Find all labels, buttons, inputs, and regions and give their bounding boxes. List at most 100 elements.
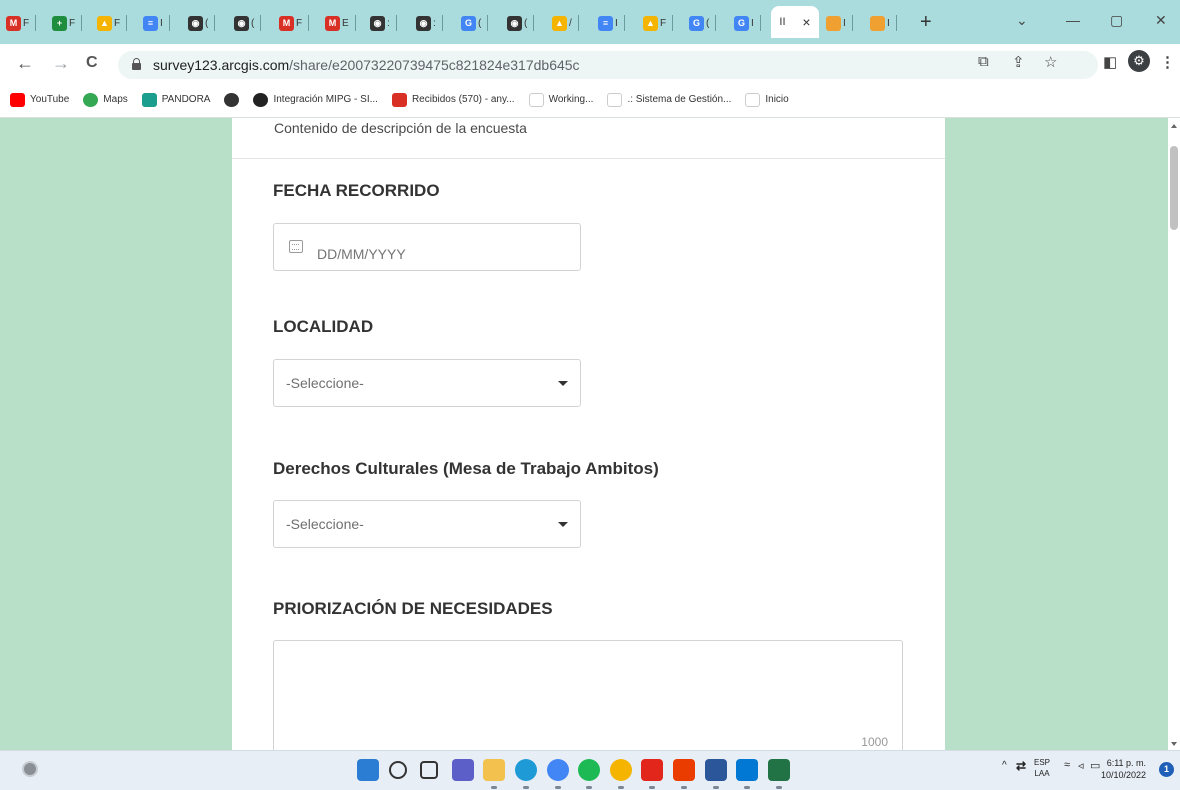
bookmark-item[interactable]: .: Sistema de Gestión... bbox=[607, 92, 731, 107]
chevron-down-icon bbox=[558, 381, 568, 386]
bookmark-item[interactable]: PANDORA bbox=[141, 92, 210, 107]
browser-tab[interactable]: ≡ I bbox=[143, 10, 170, 36]
excel-icon[interactable] bbox=[768, 759, 790, 781]
search-icon[interactable] bbox=[389, 761, 407, 779]
browser-tab[interactable]: ▲ F bbox=[643, 10, 674, 36]
tab-separator bbox=[354, 15, 356, 31]
tab-separator bbox=[487, 15, 489, 31]
address-bar[interactable]: survey123.arcgis.com/share/e200732207394… bbox=[118, 51, 1098, 79]
date-input[interactable] bbox=[273, 223, 581, 271]
task-view-icon[interactable] bbox=[420, 761, 438, 779]
browser-tab[interactable]: ◉: bbox=[370, 10, 397, 36]
bookmark-item[interactable]: Integración MIPG - SI... bbox=[253, 92, 378, 107]
side-panel-icon[interactable]: ◧ bbox=[1103, 53, 1117, 71]
office-icon[interactable] bbox=[673, 759, 695, 781]
bookmark-star-icon[interactable]: ☆ bbox=[1044, 53, 1057, 71]
restore-icon[interactable]: ▢ bbox=[1110, 12, 1123, 29]
globe-icon: ◉ bbox=[188, 15, 203, 31]
tab-label: ( bbox=[478, 17, 482, 29]
tab-separator bbox=[672, 15, 674, 31]
notification-badge[interactable]: 1 bbox=[1159, 762, 1174, 777]
page-scrollbar[interactable] bbox=[1168, 118, 1180, 750]
browser-tab[interactable]: ▲ / bbox=[552, 10, 579, 36]
browser-tab[interactable]: ≡ I bbox=[598, 10, 625, 36]
priorizacion-textarea[interactable]: 1000 bbox=[273, 640, 903, 750]
running-indicator bbox=[555, 786, 561, 789]
browser-tab[interactable]: I bbox=[826, 10, 853, 36]
browser-tab[interactable]: ME bbox=[325, 10, 356, 36]
tab-label: F bbox=[114, 17, 121, 29]
youtube-icon bbox=[10, 92, 25, 107]
active-tab-label: II bbox=[779, 16, 786, 28]
tab-search-icon[interactable]: ⌄ bbox=[1016, 12, 1028, 29]
active-tab[interactable]: II × bbox=[771, 6, 819, 38]
bookmark-item[interactable]: YouTube bbox=[10, 92, 69, 107]
file-explorer-icon[interactable] bbox=[483, 759, 505, 781]
tray-chevron-icon[interactable]: ^ bbox=[1002, 760, 1007, 771]
browser-tab[interactable]: G( bbox=[689, 10, 717, 36]
bookmark-item[interactable]: Maps bbox=[83, 92, 128, 107]
translate-icon[interactable]: ⧉ bbox=[978, 53, 989, 70]
divider bbox=[232, 158, 945, 159]
clock[interactable]: 6:11 p. m. 10/10/2022 bbox=[1101, 757, 1146, 781]
spotify-icon[interactable] bbox=[578, 759, 600, 781]
browser-tab[interactable]: ◉( bbox=[188, 10, 216, 36]
chat-icon[interactable] bbox=[452, 759, 474, 781]
share-icon[interactable]: ⇪ bbox=[1012, 53, 1025, 71]
back-icon[interactable]: ← bbox=[16, 53, 34, 73]
scrollbar-thumb[interactable] bbox=[1170, 146, 1178, 230]
volume-icon[interactable]: ◃ bbox=[1078, 759, 1084, 772]
scroll-up-icon[interactable] bbox=[1171, 124, 1177, 128]
scroll-down-icon[interactable] bbox=[1171, 742, 1177, 746]
globe-icon: ◉ bbox=[507, 15, 522, 31]
meet-now-icon[interactable]: ⇄ bbox=[1016, 759, 1026, 773]
tab-label: : bbox=[387, 17, 390, 29]
close-tab-icon[interactable]: × bbox=[802, 14, 810, 30]
tab-separator bbox=[35, 15, 37, 31]
tab-label: I bbox=[160, 17, 163, 29]
localidad-select[interactable]: -Seleccione- bbox=[273, 359, 581, 407]
menu-icon[interactable]: ⋮ bbox=[1160, 53, 1175, 71]
new-tab-button[interactable]: + bbox=[920, 10, 932, 34]
windows-start-icon[interactable] bbox=[357, 759, 379, 781]
survey-form: Contenido de descripción de la encuesta … bbox=[232, 118, 945, 750]
language-indicator[interactable]: ESP LAA bbox=[1034, 757, 1050, 779]
browser-tab[interactable]: MF bbox=[279, 10, 310, 36]
drive-icon: ▲ bbox=[643, 15, 658, 31]
tab-separator bbox=[126, 15, 128, 31]
tab-label: E bbox=[342, 17, 349, 29]
chrome-icon[interactable] bbox=[547, 759, 569, 781]
acrobat-icon[interactable] bbox=[641, 759, 663, 781]
bookmark-item[interactable]: Inicio bbox=[745, 92, 789, 107]
widgets-icon[interactable] bbox=[22, 761, 38, 777]
battery-icon[interactable]: ▭ bbox=[1090, 759, 1100, 772]
wifi-icon[interactable]: ≈ bbox=[1064, 759, 1070, 771]
edge-icon[interactable] bbox=[515, 759, 537, 781]
photos-icon[interactable] bbox=[736, 759, 758, 781]
tab-label: I bbox=[751, 17, 754, 29]
derechos-culturales-select-value: -Seleccione- bbox=[286, 516, 364, 532]
browser-tab[interactable]: G( bbox=[461, 10, 489, 36]
browser-tab[interactable]: ◉( bbox=[234, 10, 262, 36]
browser-tab[interactable]: + F bbox=[52, 10, 83, 36]
bookmark-item[interactable] bbox=[224, 92, 240, 107]
reload-icon[interactable]: C bbox=[86, 53, 98, 73]
browser-tab[interactable]: ◉( bbox=[507, 10, 535, 36]
question-priorizacion-label: PRIORIZACIÓN DE NECESIDADES bbox=[273, 599, 553, 618]
browser-tab[interactable]: ▲ F bbox=[97, 10, 128, 36]
browser-tab[interactable]: MF bbox=[6, 10, 37, 36]
bookmark-item[interactable]: Working... bbox=[528, 92, 593, 107]
profile-avatar-icon[interactable]: ⚙ bbox=[1128, 50, 1150, 72]
survey123-icon bbox=[870, 15, 885, 31]
forward-icon[interactable]: → bbox=[52, 53, 70, 73]
browser-tab[interactable]: GI bbox=[734, 10, 761, 36]
derechos-culturales-select[interactable]: -Seleccione- bbox=[273, 500, 581, 548]
browser-tab[interactable]: I bbox=[870, 10, 897, 36]
close-window-icon[interactable]: ✕ bbox=[1155, 12, 1167, 29]
word-icon[interactable] bbox=[705, 759, 727, 781]
browser-tab[interactable]: ◉: bbox=[416, 10, 443, 36]
minimize-icon[interactable]: — bbox=[1066, 12, 1080, 28]
bookmark-item[interactable]: Recibidos (570) - any... bbox=[391, 92, 515, 107]
bookmarks-bar: YouTube Maps PANDORA Integración MIPG - SI.… bbox=[0, 82, 1180, 118]
chrome-canary-icon[interactable] bbox=[610, 759, 632, 781]
